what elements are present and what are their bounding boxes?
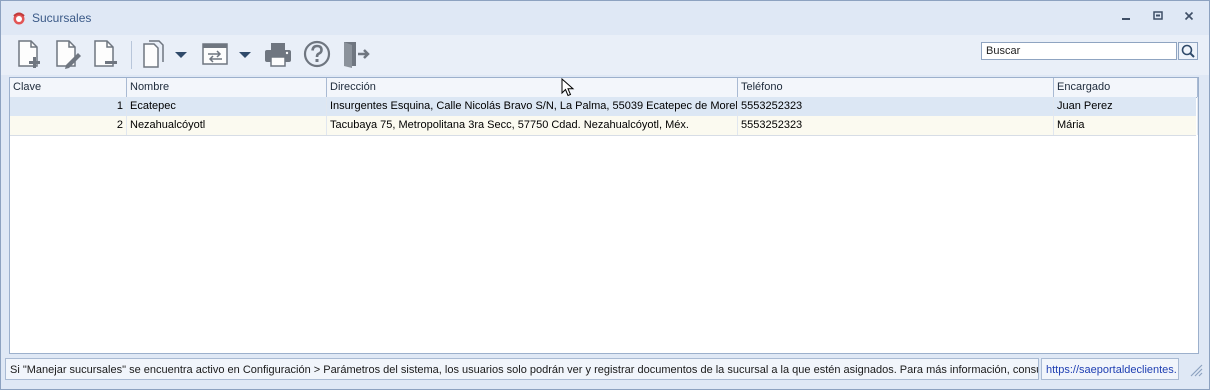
maximize-icon [1153, 11, 1163, 20]
column-header-clave[interactable]: Clave [10, 78, 127, 97]
toolbar-separator [131, 41, 132, 69]
search-button[interactable] [1178, 42, 1198, 60]
exit-button[interactable] [339, 38, 371, 70]
exit-door-icon [344, 42, 370, 68]
cell-clave: 2 [10, 116, 127, 135]
maximize-button[interactable] [1149, 10, 1167, 26]
transfer-button[interactable] [199, 38, 231, 70]
table-header: Clave Nombre Dirección Teléfono Encargad… [10, 78, 1198, 98]
transfer-dropdown-button[interactable] [237, 38, 253, 70]
close-button[interactable] [1180, 10, 1198, 26]
cell-nombre: Nezahualcóyotl [127, 116, 327, 135]
edit-document-icon [56, 40, 81, 69]
search-input[interactable] [981, 42, 1177, 60]
column-header-nombre[interactable]: Nombre [127, 78, 327, 97]
branches-table[interactable]: Clave Nombre Dirección Teléfono Encargad… [9, 77, 1199, 354]
delete-button[interactable] [89, 38, 121, 70]
help-icon [303, 40, 331, 68]
column-header-telefono[interactable]: Teléfono [738, 78, 1054, 97]
edit-button[interactable] [51, 38, 83, 70]
cell-clave: 1 [10, 97, 127, 116]
status-message: Si "Manejar sucursales" se encuentra act… [5, 358, 1039, 380]
status-bar: Si "Manejar sucursales" se encuentra act… [1, 358, 1209, 380]
new-document-icon [18, 40, 40, 68]
resize-grip-icon[interactable] [1187, 361, 1203, 377]
title-bar[interactable]: Sucursales [1, 1, 1209, 35]
delete-document-icon [94, 40, 117, 67]
branch-app-icon [13, 12, 25, 25]
mouse-pointer-icon [561, 78, 575, 97]
chevron-down-icon [239, 52, 251, 58]
sucursales-window: Sucursales Buscar Clave Nombre Dirección… [0, 0, 1210, 390]
copy-dropdown-button[interactable] [173, 38, 189, 70]
close-icon [1184, 11, 1194, 21]
help-button[interactable] [301, 38, 333, 70]
toolbar [1, 35, 1209, 75]
cell-telefono: 5553252323 [738, 116, 1054, 135]
cell-direccion: Insurgentes Esquina, Calle Nicolás Bravo… [327, 97, 738, 116]
cell-encargado: Juan Perez [1054, 97, 1198, 116]
cell-encargado: Mária [1054, 116, 1198, 135]
print-button[interactable] [262, 38, 294, 70]
column-header-direccion[interactable]: Dirección [327, 78, 738, 97]
minimize-icon [1122, 18, 1130, 20]
minimize-button[interactable] [1117, 10, 1135, 26]
new-button[interactable] [13, 38, 45, 70]
window-title: Sucursales [32, 11, 92, 25]
transfer-window-icon [202, 43, 228, 65]
copy-document-icon [143, 40, 164, 68]
search-icon [1181, 44, 1195, 58]
table-row[interactable]: 1 Ecatepec Insurgentes Esquina, Calle Ni… [10, 97, 1198, 117]
column-header-encargado[interactable]: Encargado [1054, 78, 1198, 97]
copy-button[interactable] [139, 38, 171, 70]
portal-link[interactable]: https://saeportaldeclientes. [1041, 358, 1179, 380]
cell-nombre: Ecatepec [127, 97, 327, 116]
printer-icon [265, 43, 291, 67]
cell-direccion: Tacubaya 75, Metropolitana 3ra Secc, 577… [327, 116, 738, 135]
cell-telefono: 5553252323 [738, 97, 1054, 116]
chevron-down-icon [175, 52, 187, 58]
table-row[interactable]: 2 Nezahualcóyotl Tacubaya 75, Metropolit… [10, 116, 1198, 136]
